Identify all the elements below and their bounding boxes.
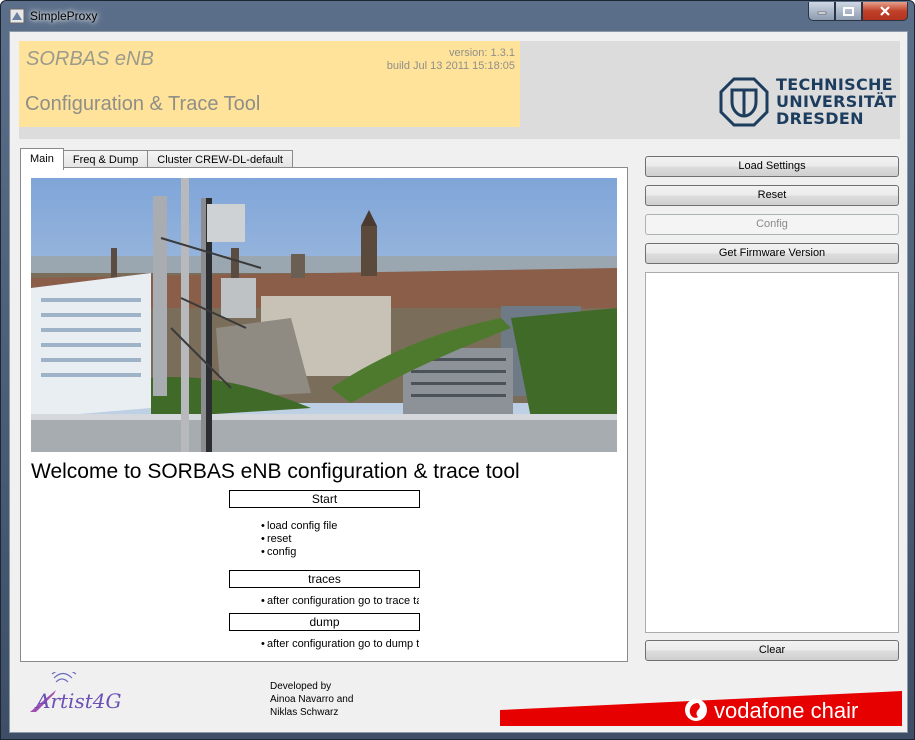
- dev-line-1: Developed by: [270, 681, 332, 692]
- vodafone-wordmark: vodafone chair: [714, 698, 858, 723]
- product-name: SORBAS eNB: [26, 48, 154, 70]
- tud-line-3: DRESDEN: [776, 109, 864, 128]
- list-item: reset: [261, 533, 419, 546]
- tab-bar: Main Freq & Dump Cluster CREW-DL-default: [20, 148, 293, 170]
- main-tab-panel: Welcome to SORBAS eNB configuration & tr…: [20, 167, 628, 662]
- minimize-button[interactable]: [808, 2, 835, 21]
- list-item: load config file: [261, 520, 419, 533]
- get-firmware-version-button[interactable]: Get Firmware Version: [645, 243, 899, 264]
- window-title: SimpleProxy: [30, 9, 98, 23]
- minimize-icon: [817, 11, 826, 15]
- build-label: build Jul 13 2011 15:18:05: [386, 60, 515, 72]
- dump-section-header: dump: [229, 613, 420, 631]
- tool-title: Configuration & Trace Tool: [25, 93, 261, 115]
- maximize-button[interactable]: [835, 2, 862, 21]
- app-window: SimpleProxy SORBAS eNB Configuration & T…: [0, 0, 915, 740]
- load-settings-button[interactable]: Load Settings: [645, 156, 899, 177]
- city-panorama-image: [31, 178, 617, 452]
- tab-main[interactable]: Main: [20, 148, 64, 170]
- title-bar[interactable]: SimpleProxy: [1, 1, 914, 31]
- output-log-box[interactable]: [645, 272, 899, 633]
- dev-line-3: Niklas Schwarz: [270, 707, 339, 718]
- tud-line-2: UNIVERSITÄT: [776, 92, 897, 111]
- traces-section-header: traces: [229, 570, 420, 588]
- clear-button[interactable]: Clear: [645, 640, 899, 661]
- welcome-heading: Welcome to SORBAS eNB configuration & tr…: [31, 460, 520, 483]
- close-button[interactable]: [862, 2, 908, 21]
- tu-dresden-emblem-icon: [719, 77, 769, 127]
- vodafone-chair-logo: vodafone chair: [500, 691, 902, 726]
- list-item: config: [261, 546, 419, 559]
- maximize-icon: [843, 6, 854, 16]
- list-item: after configuration go to dump tab: [261, 638, 419, 651]
- artist4g-logo: Artist4G: [30, 672, 121, 713]
- app-icon: [9, 8, 25, 24]
- list-item: after configuration go to trace tab: [261, 595, 419, 608]
- dev-line-2: Ainoa Navarro and: [270, 694, 354, 705]
- version-label: version: 1.3.1: [448, 47, 515, 59]
- config-button[interactable]: Config: [645, 214, 899, 235]
- tud-line-1: TECHNISCHE: [776, 75, 893, 94]
- version-info: version: 1.3.1 build Jul 13 2011 15:18:0…: [330, 47, 515, 73]
- close-icon: [880, 6, 890, 16]
- reset-button[interactable]: Reset: [645, 185, 899, 206]
- tu-dresden-logo: TECHNISCHE UNIVERSITÄT DRESDEN: [718, 75, 897, 130]
- client-area: SORBAS eNB Configuration & Trace Tool ve…: [9, 31, 908, 733]
- traces-steps-list: after configuration go to trace tab: [261, 595, 419, 608]
- start-steps-list: load config file reset config: [261, 520, 419, 559]
- start-section-header: Start: [229, 490, 420, 508]
- dump-steps-list: after configuration go to dump tab: [261, 638, 419, 651]
- developer-credits: Developed by Ainoa Navarro and Niklas Sc…: [270, 680, 353, 719]
- artist4g-wordmark: Artist4G: [34, 689, 121, 713]
